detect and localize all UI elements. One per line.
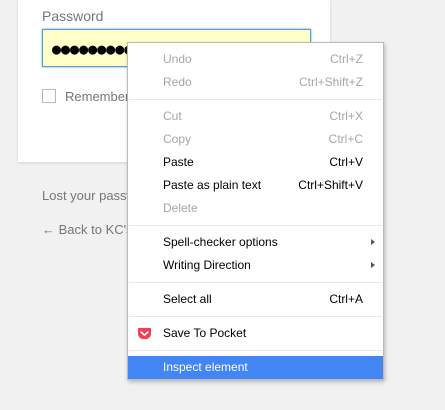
menu-separator — [129, 225, 382, 226]
menu-item-shortcut: Ctrl+A — [329, 292, 363, 306]
back-to-site-link[interactable]: ← Back to KC's — [42, 222, 133, 237]
submenu-arrow-icon — [371, 262, 375, 268]
menu-item-label: Copy — [163, 132, 192, 146]
menu-item-label: Paste as plain text — [163, 178, 262, 192]
menu-item-save-to-pocket[interactable]: Save To Pocket — [128, 322, 383, 345]
menu-item-shortcut: Ctrl+Shift+Z — [298, 75, 363, 89]
menu-item-label: Delete — [163, 201, 198, 215]
menu-separator — [129, 282, 382, 283]
menu-item-label: Save To Pocket — [163, 326, 247, 340]
menu-item-label: Redo — [163, 75, 192, 89]
context-menu: Undo Ctrl+Z Redo Ctrl+Shift+Z Cut Ctrl+X… — [127, 42, 384, 380]
menu-item-shortcut: Ctrl+V — [329, 155, 363, 169]
menu-item-paste-plain-text[interactable]: Paste as plain text Ctrl+Shift+V — [128, 174, 383, 197]
menu-item-delete[interactable]: Delete — [128, 197, 383, 220]
menu-item-label: Spell-checker options — [163, 235, 278, 249]
menu-separator — [129, 350, 382, 351]
menu-item-undo[interactable]: Undo Ctrl+Z — [128, 48, 383, 71]
submenu-arrow-icon — [371, 239, 375, 245]
menu-item-label: Undo — [163, 52, 192, 66]
menu-item-label: Paste — [163, 155, 194, 169]
menu-item-copy[interactable]: Copy Ctrl+C — [128, 128, 383, 151]
menu-item-paste[interactable]: Paste Ctrl+V — [128, 151, 383, 174]
menu-item-cut[interactable]: Cut Ctrl+X — [128, 105, 383, 128]
menu-item-inspect-element[interactable]: Inspect element — [128, 356, 383, 379]
menu-item-select-all[interactable]: Select all Ctrl+A — [128, 288, 383, 311]
menu-item-label: Cut — [163, 109, 182, 123]
menu-separator — [129, 99, 382, 100]
menu-item-shortcut: Ctrl+Z — [330, 52, 363, 66]
menu-item-shortcut: Ctrl+Shift+V — [298, 178, 363, 192]
menu-item-label: Select all — [163, 292, 212, 306]
menu-item-label: Inspect element — [163, 360, 248, 374]
menu-item-redo[interactable]: Redo Ctrl+Shift+Z — [128, 71, 383, 94]
remember-me-checkbox[interactable] — [42, 89, 56, 103]
password-label: Password — [42, 8, 104, 24]
menu-item-shortcut: Ctrl+X — [329, 109, 363, 123]
menu-item-shortcut: Ctrl+C — [328, 132, 363, 146]
pocket-icon — [137, 327, 152, 340]
menu-separator — [129, 316, 382, 317]
menu-item-label: Writing Direction — [163, 258, 251, 272]
menu-item-writing-direction[interactable]: Writing Direction — [128, 254, 383, 277]
menu-item-spell-checker-options[interactable]: Spell-checker options — [128, 231, 383, 254]
